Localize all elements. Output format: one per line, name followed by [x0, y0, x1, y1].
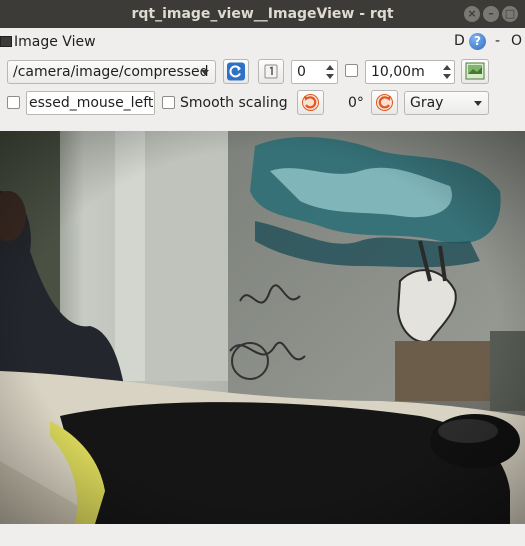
- rotation-label: 0°: [348, 95, 364, 111]
- spin-arrows-icon[interactable]: [324, 62, 336, 82]
- number-spinbox[interactable]: 0: [291, 60, 338, 84]
- refresh-topics-button[interactable]: [223, 59, 249, 84]
- smooth-scaling-label[interactable]: Smooth scaling: [180, 93, 288, 113]
- spin-arrows-icon[interactable]: [441, 62, 453, 82]
- zoom-1-button[interactable]: [258, 59, 284, 84]
- color-scheme-select[interactable]: Gray: [404, 91, 489, 115]
- number-spinbox-value: 0: [297, 64, 306, 80]
- publish-topic-value: essed_mouse_left: [29, 95, 154, 111]
- zoom-original-icon: [264, 64, 278, 79]
- max-range-value: 10,00m: [371, 64, 425, 80]
- plugin-icon: [0, 36, 12, 47]
- plugin-help-button[interactable]: ?: [469, 33, 486, 50]
- camera-image: [0, 131, 525, 524]
- plugin-minimize-button[interactable]: -: [495, 33, 503, 50]
- refresh-icon: [227, 62, 245, 81]
- window-minimize-button[interactable]: –: [483, 6, 499, 22]
- save-image-button[interactable]: [461, 59, 489, 84]
- rotate-left-icon: [302, 94, 319, 111]
- rotate-right-button[interactable]: [371, 90, 398, 115]
- publish-click-checkbox[interactable]: [7, 96, 20, 109]
- rotate-left-button[interactable]: [297, 90, 324, 115]
- topic-select[interactable]: /camera/image/compressed: [7, 60, 216, 84]
- rotate-right-icon: [376, 94, 393, 111]
- chevron-down-icon: [474, 101, 482, 106]
- save-image-icon: [465, 62, 485, 80]
- dynamic-range-checkbox[interactable]: [345, 64, 358, 77]
- image-view-canvas[interactable]: [0, 131, 525, 524]
- color-scheme-value: Gray: [410, 95, 444, 111]
- close-icon: ×: [467, 7, 477, 20]
- minimize-icon: –: [488, 7, 494, 20]
- max-range-spinbox[interactable]: 10,00m: [365, 60, 455, 84]
- topic-select-value: /camera/image/compressed: [13, 64, 209, 80]
- chevron-down-icon: [201, 70, 209, 75]
- plugin-title: Image View: [14, 34, 96, 50]
- plugin-close-button[interactable]: O: [511, 33, 525, 50]
- window-close-button[interactable]: ×: [464, 6, 480, 22]
- publish-topic-input[interactable]: essed_mouse_left: [26, 91, 155, 115]
- maximize-icon: □: [504, 7, 516, 20]
- smooth-scaling-checkbox[interactable]: [162, 96, 175, 109]
- window-maximize-button[interactable]: □: [502, 6, 518, 22]
- status-strip: [0, 524, 525, 546]
- window-title: rqt_image_view__ImageView - rqt: [131, 6, 394, 22]
- plugin-reconfigure-button[interactable]: D: [454, 33, 468, 50]
